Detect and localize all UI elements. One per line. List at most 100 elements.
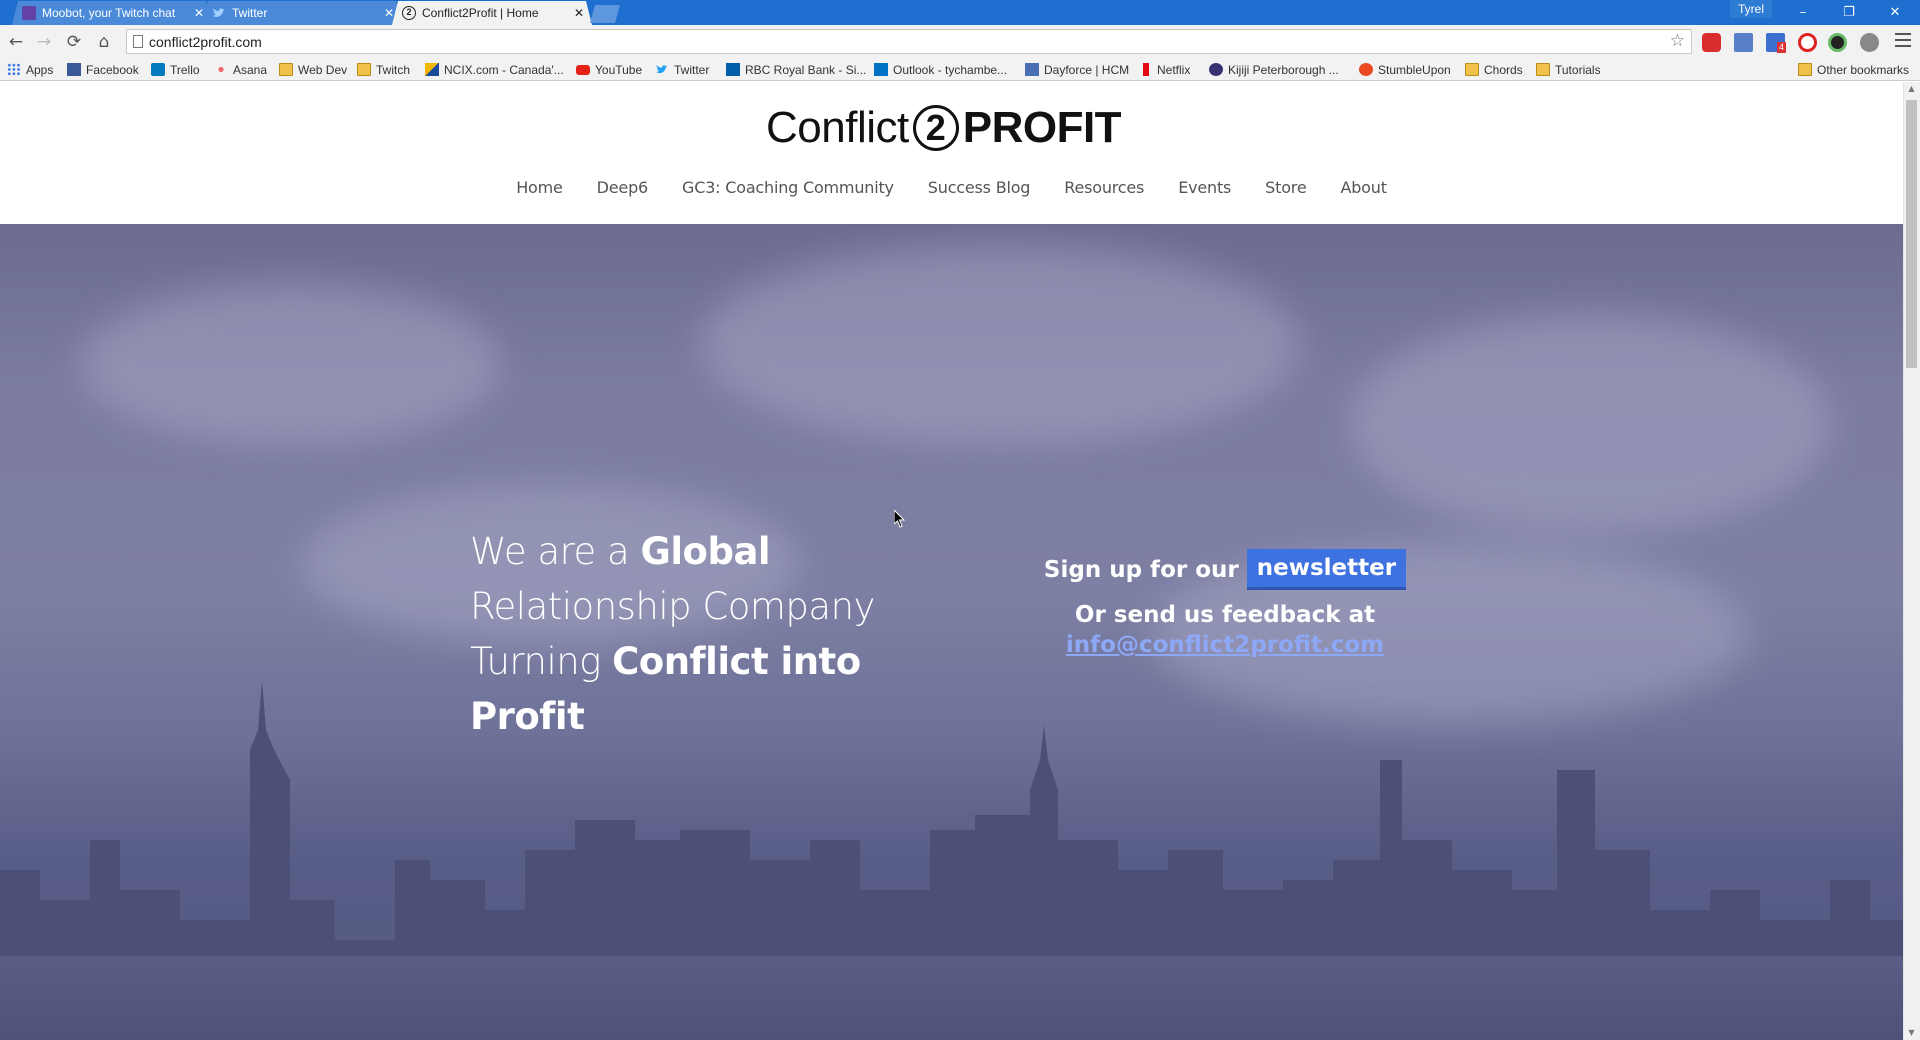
site-logo[interactable]: Conflict 2 PROFIT	[766, 102, 1122, 154]
nav-gc3-coaching-community[interactable]: GC3: Coaching Community	[682, 178, 894, 197]
bookmark-tutorials[interactable]: Tutorials	[1536, 61, 1601, 78]
nav-events[interactable]: Events	[1178, 178, 1231, 197]
cloud-shape	[700, 244, 1300, 444]
bookmark-web-dev[interactable]: Web Dev	[279, 61, 347, 78]
bookmark-outlook[interactable]: Outlook - tychambe...	[874, 61, 1007, 78]
scroll-up-arrow-icon[interactable]: ▲	[1906, 84, 1917, 93]
bookmark-label: Dayforce | HCM	[1044, 62, 1130, 77]
bookmark-rbc[interactable]: RBC Royal Bank - Si...	[726, 61, 866, 78]
bookmark-youtube[interactable]: YouTube	[576, 61, 642, 78]
new-tab-button[interactable]	[590, 5, 620, 23]
bookmark-trello[interactable]: Trello	[151, 61, 200, 78]
tab-title: Twitter	[232, 6, 268, 20]
page-viewport: Conflict 2 PROFIT Home Deep6 GC3: Coachi…	[0, 82, 1903, 1040]
cloud-shape	[1350, 314, 1830, 534]
folder-icon	[1465, 63, 1479, 76]
dark-circle-extension-icon[interactable]	[1828, 33, 1847, 52]
bookmark-label: Twitter	[674, 62, 710, 77]
tab-conflict2profit[interactable]: 2 Conflict2Profit | Home ✕	[392, 1, 592, 25]
minimize-button[interactable]: –	[1780, 0, 1826, 25]
bookmarks-bar: Apps Facebook Trello Asana Web Dev Twitc…	[0, 58, 1920, 81]
reload-icon[interactable]: ⟳	[62, 30, 86, 54]
folder-icon	[1798, 63, 1812, 76]
bookmark-label: Outlook - tychambe...	[893, 62, 1008, 77]
logo-word-profit: PROFIT	[962, 103, 1122, 152]
bookmark-apps[interactable]: Apps	[7, 61, 53, 78]
signup-prefix-text: Sign up for our	[1043, 556, 1239, 583]
tab-moobot[interactable]: Moobot, your Twitch chat ✕	[12, 1, 212, 25]
other-bookmarks-label: Other bookmarks	[1817, 62, 1910, 77]
scrollbar-thumb[interactable]	[1906, 100, 1917, 368]
bookmark-label: Netflix	[1157, 62, 1191, 77]
hero-section: We are a Global Relationship Company Tur…	[0, 224, 1903, 1040]
browser-toolbar: ← → ⟳ ⌂ conflict2profit.com ☆ 4	[0, 25, 1920, 58]
adblock-plus-icon[interactable]	[1702, 33, 1721, 52]
bookmark-stumbleupon[interactable]: StumbleUpon	[1359, 61, 1451, 78]
bookmark-label: Twitch	[376, 62, 411, 77]
hero-text-light: Relationship Company	[470, 585, 875, 628]
newsletter-signup-block: Sign up for our newsletter Or send us fe…	[1000, 549, 1450, 658]
nav-home[interactable]: Home	[516, 178, 563, 197]
newsletter-button[interactable]: newsletter	[1246, 549, 1407, 590]
address-text: conflict2profit.com	[149, 33, 262, 50]
bookmark-label: Trello	[170, 62, 200, 77]
nav-about[interactable]: About	[1340, 178, 1387, 197]
cloud-shape	[80, 284, 500, 444]
tab-twitter[interactable]: Twitter ✕	[202, 1, 402, 25]
bookmark-facebook[interactable]: Facebook	[67, 61, 139, 78]
rbc-icon	[726, 63, 740, 76]
bookmark-label: Facebook	[86, 62, 139, 77]
email-link[interactable]: info@conflict2profit.com	[1000, 632, 1450, 658]
conflict2profit-favicon: 2	[402, 6, 416, 20]
outlook-icon	[874, 63, 888, 76]
feedback-text: Or send us feedback at	[1074, 602, 1376, 628]
signup-line: Sign up for our newsletter	[1000, 549, 1450, 590]
restore-button[interactable]: ❐	[1826, 0, 1872, 25]
apps-grid-icon	[7, 63, 21, 76]
nav-resources[interactable]: Resources	[1064, 178, 1144, 197]
nav-store[interactable]: Store	[1265, 178, 1306, 197]
chrome-menu-icon[interactable]	[1895, 33, 1911, 47]
address-bar[interactable]: conflict2profit.com ☆	[126, 29, 1692, 54]
close-tab-icon[interactable]: ✕	[574, 6, 584, 20]
stop-record-icon[interactable]	[1798, 33, 1817, 52]
bookmark-asana[interactable]: Asana	[214, 61, 267, 78]
profile-name[interactable]: Tyrel	[1730, 0, 1773, 18]
logo-circled-two: 2	[912, 105, 959, 151]
bookmark-twitter[interactable]: Twitter	[655, 61, 709, 78]
bookmark-star-icon[interactable]: ☆	[1670, 31, 1685, 51]
nav-success-blog[interactable]: Success Blog	[928, 178, 1031, 197]
other-bookmarks[interactable]: Other bookmarks	[1798, 61, 1909, 78]
home-icon[interactable]: ⌂	[92, 30, 116, 54]
bookmark-dayforce[interactable]: Dayforce | HCM	[1025, 61, 1129, 78]
bookmark-twitch[interactable]: Twitch	[357, 61, 410, 78]
tab-title: Moobot, your Twitch chat	[42, 6, 176, 20]
scroll-down-arrow-icon[interactable]: ▼	[1906, 1028, 1917, 1037]
bookmark-label: YouTube	[595, 62, 643, 77]
close-window-button[interactable]: ✕	[1872, 0, 1918, 25]
ncix-icon	[425, 63, 439, 76]
angular-icon[interactable]	[1860, 33, 1879, 52]
bookmark-label: Apps	[26, 62, 54, 77]
forward-icon[interactable]: →	[32, 30, 56, 54]
close-tab-icon[interactable]: ✕	[194, 6, 204, 20]
back-icon[interactable]: ←	[4, 30, 28, 54]
bookmark-ncix[interactable]: NCIX.com - Canada'...	[425, 61, 564, 78]
hero-text-light: We are a	[470, 530, 641, 573]
site-header: Conflict 2 PROFIT Home Deep6 GC3: Coachi…	[0, 82, 1903, 224]
calendar-extension-icon[interactable]	[1734, 33, 1753, 52]
bookmark-chords[interactable]: Chords	[1465, 61, 1523, 78]
bookmark-kijiji[interactable]: Kijiji Peterborough ...	[1209, 61, 1339, 78]
nav-deep6[interactable]: Deep6	[597, 178, 649, 197]
bookmark-label: NCIX.com - Canada'...	[444, 62, 564, 77]
bookmark-netflix[interactable]: Netflix	[1143, 61, 1190, 78]
bookmark-label: Kijiji Peterborough ...	[1228, 62, 1339, 77]
bookmark-label: Chords	[1484, 62, 1523, 77]
hero-text-bold: Profit	[470, 695, 585, 738]
folder-icon	[357, 63, 371, 76]
mail-checker-icon[interactable]: 4	[1766, 33, 1787, 53]
bookmark-label: RBC Royal Bank - Si...	[745, 62, 867, 77]
close-tab-icon[interactable]: ✕	[384, 6, 394, 20]
bookmark-label: StumbleUpon	[1378, 62, 1451, 77]
browser-tab-strip: Moobot, your Twitch chat ✕ Twitter ✕ 2 C…	[0, 0, 1920, 25]
